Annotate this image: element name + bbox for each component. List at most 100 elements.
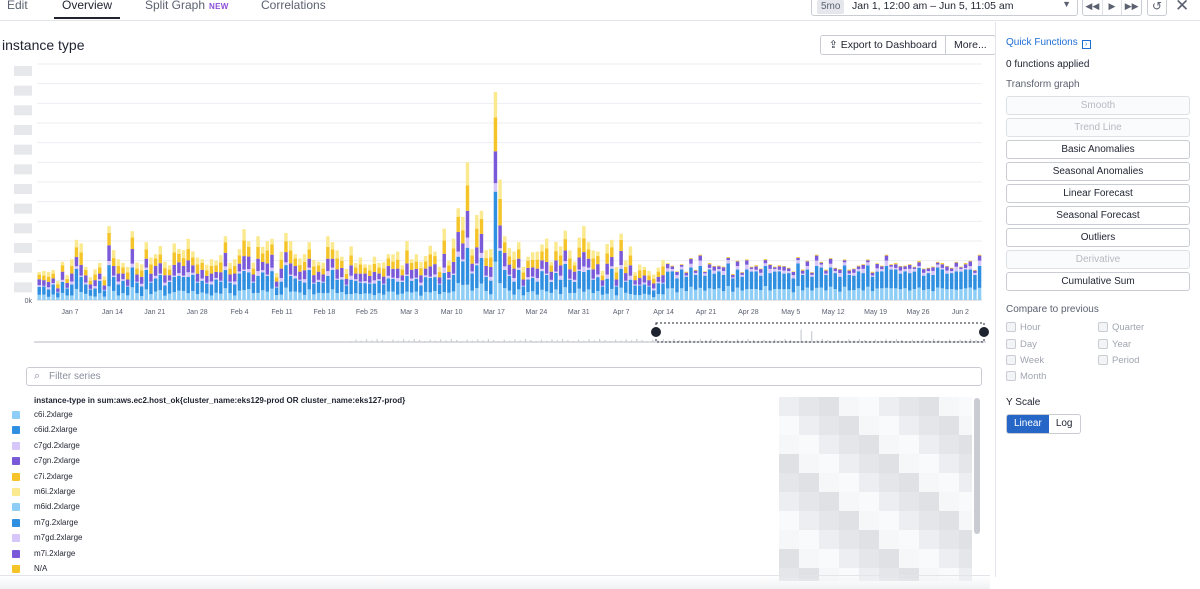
bar-segment[interactable] <box>824 274 828 291</box>
chart-bar[interactable] <box>242 229 246 300</box>
chart-bar[interactable] <box>679 264 684 300</box>
chart-bar[interactable] <box>656 267 661 300</box>
chart-bar[interactable] <box>591 250 595 300</box>
bar-segment[interactable] <box>186 276 190 294</box>
chart-bar[interactable] <box>870 271 875 300</box>
bar-segment[interactable] <box>628 279 633 295</box>
fn-seasonal-forecast-button[interactable]: Seasonal Forecast <box>1006 206 1190 225</box>
bar-segment[interactable] <box>894 263 898 265</box>
bar-segment[interactable] <box>624 260 628 267</box>
bar-segment[interactable] <box>177 262 181 274</box>
brush-handle-right[interactable] <box>979 327 989 337</box>
bar-segment[interactable] <box>912 289 917 300</box>
bar-segment[interactable] <box>894 288 898 300</box>
bar-segment[interactable] <box>200 262 204 270</box>
chart-bar[interactable] <box>223 236 228 300</box>
bar-segment[interactable] <box>582 226 586 239</box>
bar-segment[interactable] <box>414 261 419 269</box>
chart-bar[interactable] <box>461 216 465 300</box>
bar-segment[interactable] <box>461 243 465 260</box>
bar-segment[interactable] <box>405 241 409 251</box>
bar-segment[interactable] <box>372 283 377 296</box>
bar-segment[interactable] <box>921 290 926 300</box>
chart-bar[interactable] <box>167 265 172 300</box>
bar-segment[interactable] <box>340 279 344 292</box>
chart-bar[interactable] <box>968 260 972 300</box>
bar-segment[interactable] <box>642 293 647 300</box>
bar-segment[interactable] <box>51 283 55 285</box>
bar-segment[interactable] <box>568 293 572 300</box>
chart-bar[interactable] <box>414 254 419 300</box>
bar-segment[interactable] <box>926 270 931 274</box>
bar-segment[interactable] <box>456 283 460 300</box>
bar-segment[interactable] <box>749 289 754 300</box>
bar-segment[interactable] <box>79 292 83 300</box>
chart-bar[interactable] <box>894 263 898 300</box>
bar-segment[interactable] <box>237 263 242 272</box>
bar-segment[interactable] <box>200 269 204 279</box>
chart-bar[interactable] <box>288 241 293 300</box>
bar-segment[interactable] <box>661 275 665 283</box>
bar-segment[interactable] <box>489 266 493 277</box>
chart-bar[interactable] <box>409 259 414 300</box>
bar-segment[interactable] <box>260 290 265 300</box>
chart-bar[interactable] <box>372 256 377 300</box>
bar-segment[interactable] <box>596 274 600 278</box>
bar-segment[interactable] <box>884 265 889 288</box>
bar-segment[interactable] <box>260 246 265 254</box>
bar-segment[interactable] <box>647 286 651 295</box>
bar-segment[interactable] <box>596 291 600 300</box>
bar-segment[interactable] <box>842 286 847 300</box>
bar-segment[interactable] <box>838 273 842 277</box>
bar-segment[interactable] <box>135 281 139 283</box>
bar-segment[interactable] <box>707 269 712 289</box>
bar-segment[interactable] <box>400 293 405 300</box>
bar-segment[interactable] <box>56 288 60 292</box>
bar-segment[interactable] <box>456 251 460 257</box>
bar-segment[interactable] <box>563 230 567 240</box>
chart-bar[interactable] <box>451 238 456 300</box>
bar-segment[interactable] <box>42 275 46 281</box>
bar-segment[interactable] <box>582 291 586 300</box>
bar-segment[interactable] <box>963 263 968 265</box>
chart-bar[interactable] <box>791 271 796 300</box>
bar-segment[interactable] <box>335 258 339 270</box>
bar-segment[interactable] <box>563 250 567 262</box>
bar-segment[interactable] <box>288 263 293 275</box>
bar-segment[interactable] <box>726 263 730 286</box>
bar-segment[interactable] <box>754 269 758 272</box>
bar-segment[interactable] <box>209 295 214 300</box>
bar-segment[interactable] <box>889 288 893 300</box>
chart-bar[interactable] <box>749 266 754 300</box>
bar-segment[interactable] <box>610 266 614 269</box>
bar-segment[interactable] <box>321 293 325 300</box>
chart-bar[interactable] <box>526 256 530 300</box>
chart-bar[interactable] <box>945 265 949 300</box>
bar-segment[interactable] <box>833 268 837 271</box>
bar-segment[interactable] <box>79 252 83 265</box>
bar-segment[interactable] <box>144 267 149 270</box>
bar-segment[interactable] <box>172 252 176 265</box>
bar-segment[interactable] <box>65 275 69 280</box>
bar-segment[interactable] <box>70 284 74 296</box>
bar-segment[interactable] <box>842 259 847 261</box>
bar-segment[interactable] <box>274 286 279 288</box>
bar-segment[interactable] <box>391 261 395 269</box>
bar-segment[interactable] <box>368 270 372 276</box>
bar-segment[interactable] <box>866 265 870 287</box>
bar-segment[interactable] <box>42 285 46 287</box>
bar-segment[interactable] <box>79 275 83 277</box>
bar-segment[interactable] <box>791 271 796 276</box>
bar-segment[interactable] <box>833 273 837 290</box>
chart-bar[interactable] <box>512 251 516 300</box>
chart-bar[interactable] <box>377 262 381 300</box>
bar-segment[interactable] <box>181 258 186 267</box>
chart-bar[interactable] <box>60 261 65 300</box>
bar-segment[interactable] <box>270 267 274 272</box>
bar-segment[interactable] <box>935 264 940 268</box>
bar-segment[interactable] <box>335 279 339 294</box>
bar-segment[interactable] <box>968 260 972 262</box>
bar-segment[interactable] <box>330 242 335 250</box>
bar-segment[interactable] <box>335 269 339 279</box>
chart-bar[interactable] <box>759 268 763 300</box>
